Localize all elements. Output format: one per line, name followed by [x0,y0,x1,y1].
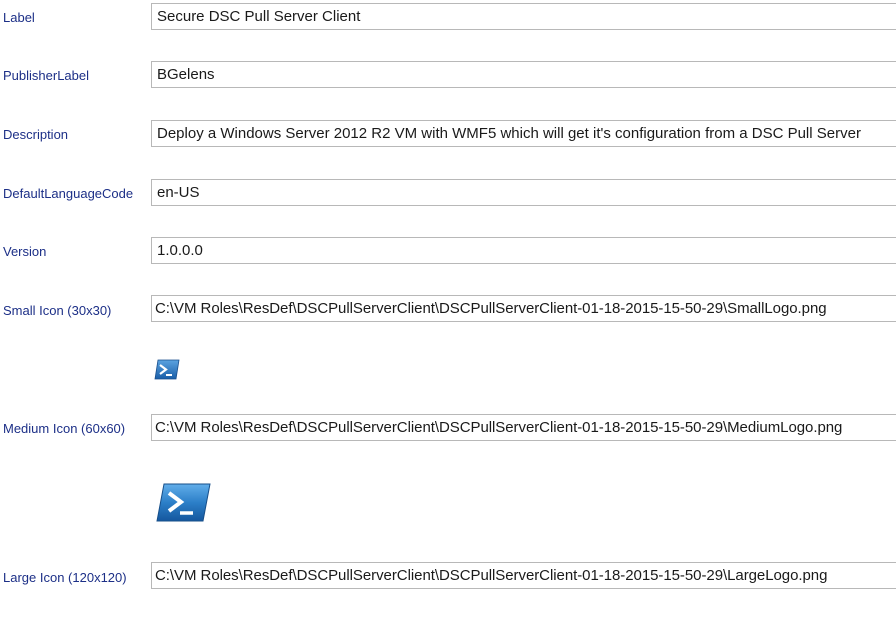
small-icon-caption: Small Icon (30x30) [3,303,112,318]
medium-icon-caption: Medium Icon (60x60) [3,421,126,436]
label-field[interactable] [151,3,896,30]
publisher-label-caption: PublisherLabel [3,68,90,83]
powershell-icon [156,483,211,522]
publisher-label-field[interactable] [151,61,896,88]
medium-icon-path-field[interactable] [151,414,896,441]
version-field[interactable] [151,237,896,264]
small-icon-path-field[interactable] [151,295,896,322]
large-icon-caption: Large Icon (120x120) [3,570,127,585]
description-field[interactable] [151,120,896,147]
large-icon-path-field[interactable] [151,562,896,589]
label-caption: Label [3,10,35,25]
default-language-code-field[interactable] [151,179,896,206]
powershell-icon [154,359,180,380]
description-caption: Description [3,127,69,142]
default-language-code-caption: DefaultLanguageCode [3,186,134,201]
version-caption: Version [3,244,47,259]
